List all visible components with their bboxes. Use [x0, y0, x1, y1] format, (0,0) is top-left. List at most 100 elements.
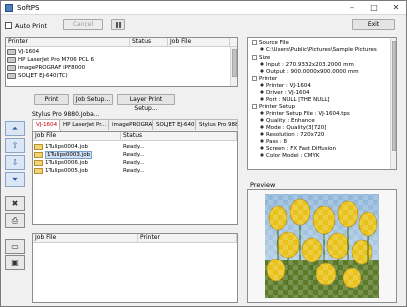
title-bar: SoftPS – □ ✕ — [1, 1, 406, 15]
move-down-button[interactable]: ⇩ — [5, 155, 25, 170]
column-job-file[interactable]: Job File — [33, 234, 138, 242]
collapse-icon[interactable] — [252, 40, 257, 45]
layer-print-setup-button[interactable]: Layer Print Setup... — [117, 94, 175, 112]
minimize-icon[interactable]: – — [341, 1, 363, 14]
printer-name: HP LaserJet Pro M706 PCL 6 — [18, 57, 94, 63]
column-printer[interactable]: Printer — [6, 38, 130, 46]
move-up-button[interactable]: ⇧ — [5, 138, 25, 153]
column-job-file[interactable]: Job File — [33, 132, 121, 140]
printer-row[interactable]: VJ-1604 — [6, 48, 230, 56]
window-title: SoftPS — [17, 4, 40, 12]
printer-icon — [7, 65, 16, 71]
queue-title: Stylus Pro 9880.Joba... — [32, 111, 100, 118]
job-file-name: 1Tulips0005.job — [45, 168, 89, 174]
tree-source-file[interactable]: Source File — [252, 40, 289, 47]
bullet-icon — [260, 111, 264, 115]
tree-size-output: Output : 900.0000x900.0000 mm — [260, 69, 359, 76]
app-icon — [5, 4, 13, 12]
printer-row[interactable]: imagePROGRAF iPF8000 — [6, 64, 230, 72]
tulips-preview-image — [265, 194, 379, 298]
job-status: Ready... — [123, 144, 145, 150]
printer-name: VJ-1604 — [18, 49, 40, 55]
printer-port-value: Port : NULL [THE NULL] — [266, 97, 330, 103]
move-top-button[interactable]: ⏶ — [5, 121, 25, 136]
printer-name: imagePROGRAF iPF8000 — [18, 65, 86, 71]
print-job-button[interactable]: ⎙ — [5, 213, 25, 228]
details-scrollbar[interactable] — [390, 38, 396, 169]
history-delete-button[interactable]: ▣ — [5, 255, 25, 270]
delete-job-button[interactable]: ✖ — [5, 196, 25, 211]
maximize-icon[interactable]: □ — [363, 1, 385, 14]
exit-button[interactable]: Exit — [352, 19, 395, 30]
history-list-header: Job File Printer — [33, 234, 237, 243]
column-printer[interactable]: Printer — [138, 234, 237, 242]
trash-icon: ▣ — [11, 258, 19, 267]
bullet-icon — [260, 97, 264, 101]
job-details-tree: Source File C:\Users\Public\Pictures\Sam… — [247, 37, 397, 170]
print-button[interactable]: Print — [34, 94, 69, 105]
tab-stylus-pro[interactable]: Stylus Pro 9880... — [195, 119, 238, 130]
tree-setup-pass: Pass : 8 — [260, 139, 287, 146]
tree-printer-setup[interactable]: Printer Setup — [252, 104, 295, 111]
tree-printer-driver: Driver : VJ-1604 — [260, 90, 309, 97]
job-file-icon — [34, 160, 43, 166]
printer-list-scrollbar[interactable] — [230, 47, 237, 86]
column-job-file[interactable]: Job File — [168, 38, 230, 46]
collapse-icon[interactable] — [252, 104, 257, 109]
quality-value: Quality : Enhance — [266, 118, 315, 124]
tab-vj-1604[interactable]: VJ-1604 — [32, 119, 62, 131]
history-view-button[interactable]: ▭ — [5, 239, 25, 254]
move-top-icon: ⏶ — [11, 124, 19, 133]
mode-value: Mode : Quality(3[720] — [266, 125, 327, 131]
tab-hp-laserjet[interactable]: HP LaserJet Pr... — [59, 119, 111, 130]
printer-icon — [7, 73, 16, 79]
tree-setup-file: Printer Setup File : VJ-1604.tps — [260, 111, 350, 118]
printer-icon — [7, 49, 16, 55]
printer-name: SOLJET EJ-640(TC) — [18, 73, 68, 79]
bullet-icon — [260, 47, 264, 51]
column-status[interactable]: Status — [130, 38, 168, 46]
scrollbar-thumb[interactable] — [392, 41, 396, 151]
move-bottom-button[interactable]: ⏷ — [5, 172, 25, 187]
job-setup-button[interactable]: Job Setup... — [73, 94, 113, 105]
printer-row[interactable]: SOLJET EJ-640(TC) — [6, 72, 230, 80]
job-status: Ready... — [123, 152, 145, 158]
tree-size-input: Input : 270.9332x203.2000 mm — [260, 62, 354, 69]
column-status[interactable]: Status — [121, 132, 237, 140]
tree-printer-name: Printer : VJ-1604 — [260, 83, 311, 90]
auto-print-checkbox[interactable] — [5, 22, 12, 29]
move-bottom-icon: ⏷ — [11, 175, 19, 184]
job-status: Ready... — [123, 160, 145, 166]
close-icon[interactable]: ✕ — [385, 1, 407, 14]
tree-setup-quality: Quality : Enhance — [260, 118, 315, 125]
pause-button[interactable] — [111, 19, 125, 30]
bullet-icon — [260, 118, 264, 122]
job-list: Job File Status 1Tulips0004.job Ready...… — [32, 131, 238, 225]
color-model-value: Color Model : CMYK — [266, 153, 320, 159]
source-path-value: C:\Users\Public\Pictures\Sample Pictures — [266, 47, 377, 53]
printer-row[interactable]: HP LaserJet Pro M706 PCL 6 — [6, 56, 230, 64]
tree-size[interactable]: Size — [252, 55, 270, 62]
job-row[interactable]: 1Tulips0003.job Ready... — [33, 151, 237, 159]
job-row[interactable]: 1Tulips0005.job Ready... — [33, 167, 237, 175]
auto-print-label: Auto Print — [15, 22, 48, 30]
job-row[interactable]: 1Tulips0006.job Ready... — [33, 159, 237, 167]
printer-icon: ⎙ — [11, 216, 19, 225]
tree-printer[interactable]: Printer — [252, 76, 277, 83]
tree-setup-color: Color Model : CMYK — [260, 153, 320, 160]
bullet-icon — [260, 69, 264, 73]
scrollbar-thumb[interactable] — [232, 49, 237, 77]
printer-icon — [7, 57, 16, 63]
collapse-icon[interactable] — [252, 76, 257, 81]
bullet-icon — [260, 83, 264, 87]
tree-source-path: C:\Users\Public\Pictures\Sample Pictures — [260, 47, 395, 54]
tree-label: Printer — [259, 76, 278, 82]
collapse-icon[interactable] — [252, 55, 257, 60]
pass-value: Pass : 8 — [266, 139, 288, 145]
job-list-header: Job File Status — [33, 132, 237, 141]
printer-list-header: Printer Status Job File — [6, 38, 237, 47]
cancel-button[interactable]: Cancel — [63, 19, 103, 30]
printer-name-value: Printer : VJ-1604 — [266, 83, 311, 89]
tree-setup-mode: Mode : Quality(3[720] — [260, 125, 326, 132]
job-row[interactable]: 1Tulips0004.job Ready... — [33, 143, 237, 151]
